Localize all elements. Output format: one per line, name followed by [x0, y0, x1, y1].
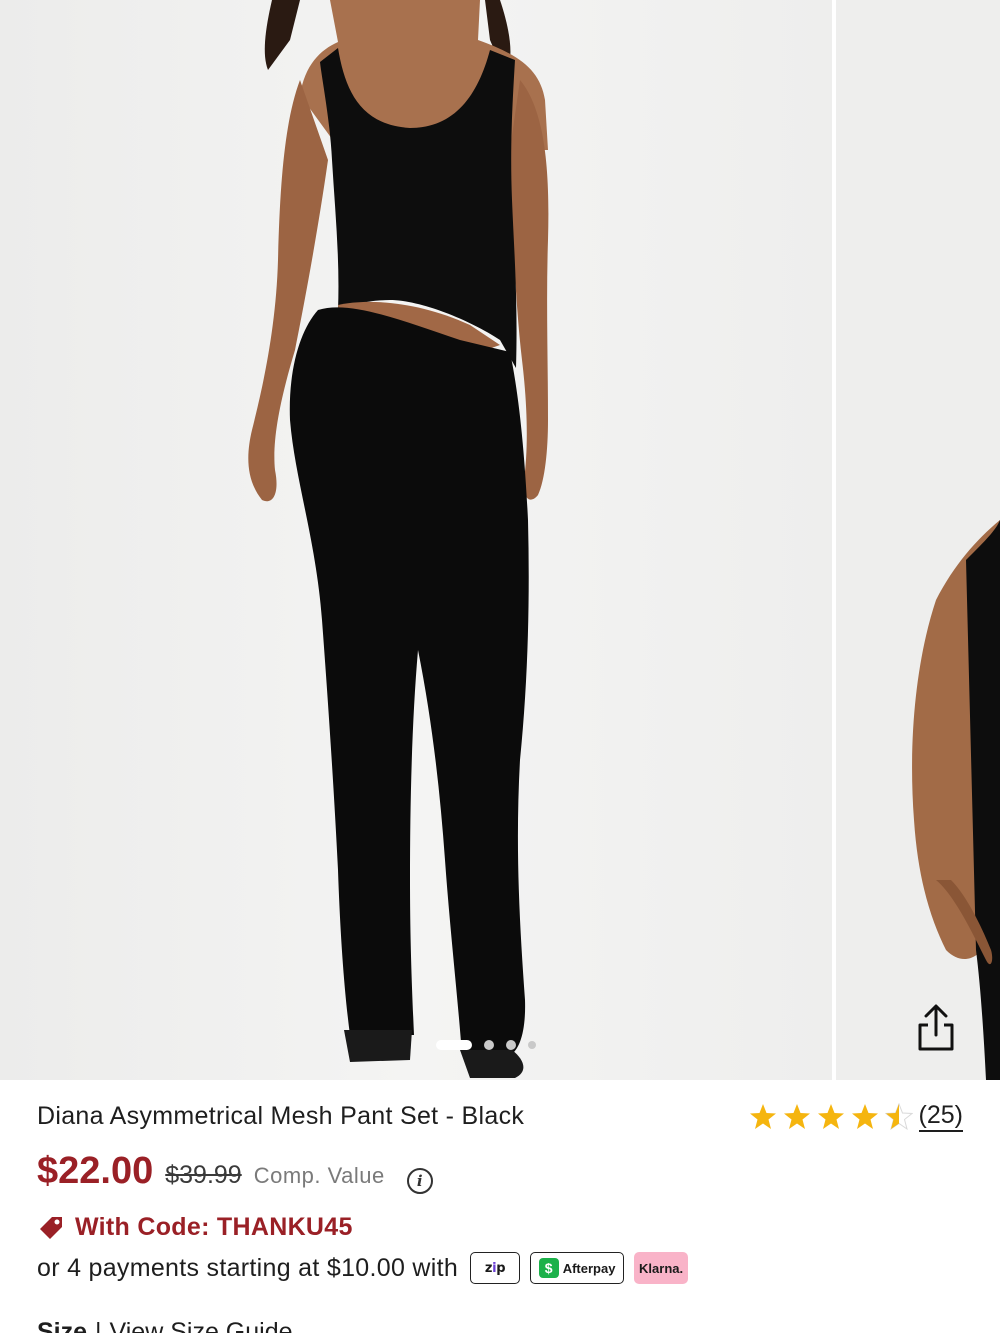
promo-code-row: With Code: THANKU45: [37, 1213, 353, 1242]
size-separator: |: [95, 1318, 102, 1333]
product-rating[interactable]: (25): [749, 1101, 963, 1132]
size-label: Size: [37, 1318, 88, 1333]
original-price: $39.99: [165, 1161, 242, 1189]
klarna-badge[interactable]: Klarna.: [634, 1252, 689, 1284]
share-button[interactable]: [908, 1000, 964, 1056]
afterpay-badge[interactable]: $ Afterpay: [530, 1252, 625, 1284]
star-icon: [749, 1103, 776, 1129]
sale-price: $22.00: [37, 1150, 154, 1192]
product-image-gallery[interactable]: [0, 0, 1000, 1080]
installment-text: or 4 payments starting at $10.00 with: [37, 1253, 459, 1282]
zip-label-c: p: [496, 1260, 506, 1276]
size-guide-link[interactable]: View Size Guide: [110, 1318, 293, 1333]
price-row: $22.00 $39.99 Comp. Value i: [37, 1150, 433, 1194]
zip-badge[interactable]: zip: [470, 1252, 521, 1284]
afterpay-label: Afterpay: [562, 1260, 616, 1276]
review-count-link[interactable]: (25): [918, 1101, 963, 1132]
product-info: Diana Asymmetrical Mesh Pant Set - Black…: [0, 1080, 1000, 1333]
zip-label-a: z: [484, 1260, 493, 1276]
installment-payments-row: or 4 payments starting at $10.00 with zi…: [37, 1252, 689, 1284]
star-icon: [884, 1102, 913, 1130]
pagination-dot[interactable]: [506, 1040, 516, 1050]
star-icon: [783, 1103, 810, 1129]
info-icon[interactable]: i: [406, 1168, 433, 1194]
model-photo-next: [912, 520, 1000, 1080]
product-image-next[interactable]: [836, 0, 1000, 1080]
rating-stars: [749, 1102, 913, 1131]
star-icon: [851, 1103, 878, 1129]
gallery-pagination[interactable]: [436, 1040, 536, 1050]
star-icon: [817, 1103, 844, 1129]
cash-app-icon: $: [538, 1258, 559, 1278]
pagination-dot[interactable]: [528, 1041, 536, 1049]
product-image-main[interactable]: [0, 0, 832, 1080]
promo-code-text: With Code: THANKU45: [75, 1213, 353, 1241]
pagination-dot-active[interactable]: [436, 1040, 472, 1050]
model-photo: [248, 0, 549, 1078]
comp-value-label: Comp. Value: [253, 1163, 385, 1188]
title-row: Diana Asymmetrical Mesh Pant Set - Black…: [37, 1101, 963, 1132]
tag-icon: [40, 1216, 62, 1239]
size-row: Size | View Size Guide: [37, 1318, 293, 1333]
product-title: Diana Asymmetrical Mesh Pant Set - Black: [37, 1102, 525, 1131]
share-icon: [918, 1004, 954, 1051]
pagination-dot[interactable]: [484, 1040, 494, 1050]
